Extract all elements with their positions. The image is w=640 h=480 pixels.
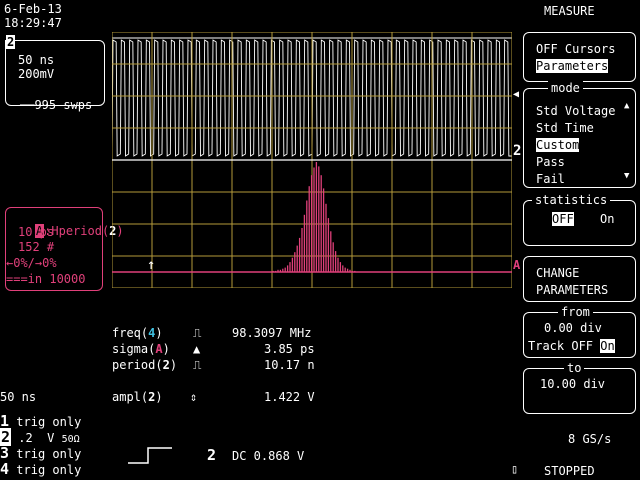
date-label: 6-Feb-13 (4, 2, 62, 16)
trigger-channel: 2 (207, 446, 217, 464)
to-legend: to (564, 361, 585, 375)
measurement-row: period(2) (112, 358, 178, 372)
lower-trace-marker: A (513, 258, 521, 272)
statistics-on[interactable]: On (600, 212, 614, 226)
measurement-row: sigma(A) (112, 342, 170, 356)
status-indicator-icon: ▯ (511, 462, 519, 476)
trigger-position-arrow-icon: ↑ (147, 257, 156, 273)
mode-pass[interactable]: Pass (536, 155, 565, 169)
statistics-legend: statistics (532, 193, 611, 207)
sweeps-line-icon: ── (20, 98, 35, 112)
trace-sweeps: ──995 swps (20, 98, 93, 112)
channel-row-4[interactable]: 4 trig only (0, 462, 81, 478)
mode-std-voltage[interactable]: Std Voltage (536, 104, 615, 118)
from-legend: from (558, 305, 593, 319)
channel-row-1[interactable]: 1 trig only (0, 414, 81, 430)
hist-count: 152 # (18, 240, 55, 254)
view-off-cursors[interactable]: OFF Cursors (536, 42, 615, 56)
from-control[interactable]: from 0.00 div Track OFF On (523, 305, 636, 358)
hist-range: ←0%/→0% (6, 256, 57, 270)
square-wave-icon: ⎍ (193, 358, 202, 372)
trigger-level: DC 0.868 V (232, 449, 305, 463)
vertical-arrows-icon: ⇕ (190, 390, 198, 404)
waveform-display[interactable] (112, 32, 512, 288)
statistics-selector[interactable]: statistics OFF On (523, 193, 636, 246)
histogram-peak-icon: ▲ (193, 342, 201, 356)
mode-std-time[interactable]: Std Time (536, 121, 594, 135)
menu-title: MEASURE (544, 4, 595, 18)
mode-pointer-icon: ◀ (513, 89, 520, 100)
time-label: 18:29:47 (4, 16, 62, 30)
mode-legend: mode (548, 81, 583, 95)
from-value: 0.00 div (544, 321, 602, 335)
hist-avg: ===in 10000 (6, 272, 86, 286)
mode-custom[interactable]: Custom (536, 138, 580, 152)
mode-selector[interactable]: mode Std Voltage Std Time Custom Pass Fa… (523, 81, 636, 188)
measurement-row: freq(4) (112, 326, 163, 340)
from-track[interactable]: Track OFF On (528, 339, 615, 353)
view-parameters[interactable]: Parameters (536, 59, 609, 73)
channel-row-2[interactable]: 2 .2 V 50Ω (0, 428, 80, 447)
measurement-value: 3.85 ps (264, 342, 315, 356)
histogram-info-box[interactable]: A:Hperiod(2) 10 ps 152 # ←0%/→0% ===in 1… (5, 207, 124, 291)
measurement-value: 10.17 n (264, 358, 315, 372)
trace-info-box[interactable]: 2 50 ns 200mV ──995 swps (5, 35, 105, 112)
scope-grid (112, 32, 512, 288)
sample-rate: 8 GS/s (568, 432, 612, 446)
trace-channel-badge: 2 (6, 35, 16, 49)
to-control[interactable]: to 10.00 div (523, 361, 636, 414)
mode-fail[interactable]: Fail (536, 172, 565, 186)
acquisition-state: STOPPED (544, 464, 595, 478)
square-wave-icon: ⎍ (193, 326, 202, 340)
measurement-value: 98.3097 MHz (232, 326, 312, 340)
trace-timebase: 50 ns (18, 53, 55, 67)
measurement-row: ampl(2) (112, 390, 163, 404)
trigger-edge-icon (128, 447, 172, 464)
view-selector[interactable]: OFF Cursors Parameters (523, 32, 636, 82)
statistics-off[interactable]: OFF (552, 212, 574, 226)
hist-bin: 10 ps (18, 225, 55, 239)
trace-volts: 200mV (18, 67, 55, 81)
scroll-up-icon[interactable]: ▲ (624, 99, 629, 113)
scroll-down-icon[interactable]: ▼ (624, 169, 629, 183)
change-parameters-button[interactable]: CHANGE PARAMETERS (523, 256, 636, 302)
timebase-label: 50 ns (0, 390, 37, 404)
channel-row-3[interactable]: 3 trig only (0, 446, 81, 462)
upper-trace-marker: 2 (513, 143, 522, 159)
measurement-value: 1.422 V (264, 390, 315, 404)
to-value: 10.00 div (540, 377, 606, 391)
